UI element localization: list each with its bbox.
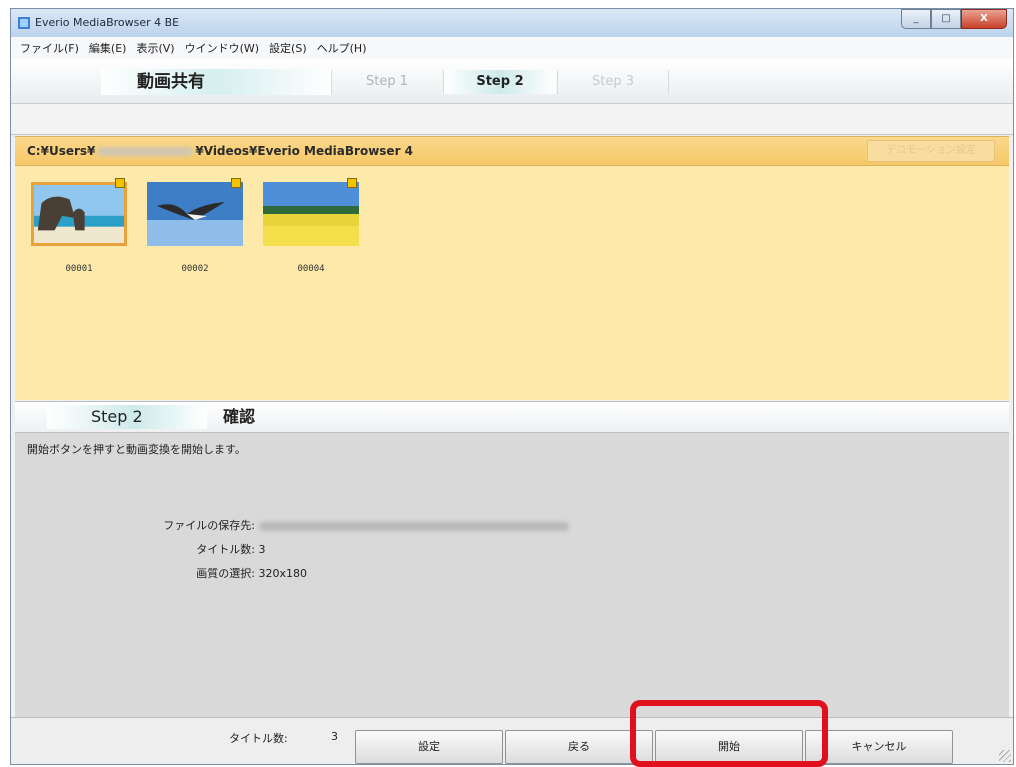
footer-bar: タイトル数: 3 設定 戻る 開始 キャンセル [11, 717, 1013, 764]
path-prefix: C:¥Users¥ [27, 144, 96, 158]
start-button-highlight [630, 700, 828, 767]
thumbnail-00004[interactable]: 00004 [263, 178, 359, 274]
settings-button[interactable]: 設定 [355, 730, 503, 764]
thumbnail-00002[interactable]: 00002 [147, 178, 243, 274]
title-count-label: タイトル数: [196, 543, 255, 556]
save-location-label: ファイルの保存先: [163, 519, 255, 532]
window-title: Everio MediaBrowser 4 BE [35, 16, 180, 29]
resize-grip[interactable] [999, 750, 1011, 762]
section-header: Step 2 確認 [15, 401, 1009, 433]
menu-window[interactable]: ウインドウ(W) [180, 40, 264, 56]
toolbar-area [11, 104, 1013, 135]
app-window: Everio MediaBrowser 4 BE _ □ X ファイル(F) 編… [10, 8, 1014, 765]
thumbnail-00001[interactable]: 00001 [31, 178, 127, 274]
step-2-tab: Step 2 [443, 70, 556, 94]
thumbnail-badge [231, 178, 241, 188]
quality-value: 320x180 [258, 567, 308, 580]
beach-rock-thumbnail [31, 182, 127, 246]
footer-title-count-value: 3 [331, 730, 338, 743]
close-button[interactable]: X [961, 9, 1007, 29]
folder-path: C:¥Users¥ ¥Videos¥Everio MediaBrowser 4 [27, 144, 413, 158]
maximize-button[interactable]: □ [931, 9, 961, 29]
title-count-row: タイトル数: 3 [115, 541, 266, 557]
folder-path-bar: C:¥Users¥ ¥Videos¥Everio MediaBrowser 4 デ… [15, 136, 1009, 166]
footer-title-count-label: タイトル数: [229, 732, 288, 745]
step-bar: 動画共有 Step 1 Step 2 Step 3 [11, 59, 1013, 104]
menu-help[interactable]: ヘルプ(H) [312, 40, 372, 56]
seagull-thumbnail [147, 182, 243, 246]
menu-edit[interactable]: 編集(E) [84, 40, 132, 56]
thumbnail-label: 00004 [297, 264, 325, 274]
blurred-username [97, 147, 194, 156]
title-bar: Everio MediaBrowser 4 BE _ □ X [11, 9, 1013, 37]
save-location-row: ファイルの保存先: [115, 517, 569, 533]
menu-view[interactable]: 表示(V) [131, 40, 179, 56]
flower-field-thumbnail [263, 182, 359, 246]
path-suffix: ¥Videos¥Everio MediaBrowser 4 [195, 144, 414, 158]
thumbnail-badge [347, 178, 357, 188]
window-controls: _ □ X [901, 9, 1007, 29]
minimize-button[interactable]: _ [901, 9, 931, 29]
selection-badge [115, 178, 125, 188]
quality-label: 画質の選択: [196, 567, 255, 580]
thumbnail-area: 00001 00002 00004 [15, 166, 1009, 400]
thumbnail-label: 00001 [65, 264, 93, 274]
step-3-tab: Step 3 [557, 70, 669, 94]
decomotion-settings-button[interactable]: デコモーション設定 [867, 140, 995, 162]
section-step-label: Step 2 [47, 405, 207, 429]
mode-title: 動画共有 [101, 69, 331, 95]
thumbnail-label: 00002 [181, 264, 209, 274]
confirmation-panel: 開始ボタンを押すと動画変換を開始します。 ファイルの保存先: タイトル数: 3 … [15, 433, 1009, 717]
step-1-tab: Step 1 [331, 70, 442, 94]
blurred-save-path [259, 521, 569, 531]
section-title: 確認 [223, 407, 256, 426]
instruction-text: 開始ボタンを押すと動画変換を開始します。 [27, 443, 246, 456]
quality-row: 画質の選択: 320x180 [115, 565, 307, 581]
menu-settings[interactable]: 設定(S) [264, 40, 312, 56]
menu-file[interactable]: ファイル(F) [15, 40, 84, 56]
app-logo-icon [18, 17, 30, 29]
menu-bar: ファイル(F) 編集(E) 表示(V) ウインドウ(W) 設定(S) ヘルプ(H… [11, 37, 1013, 59]
title-count-value: 3 [258, 543, 266, 556]
